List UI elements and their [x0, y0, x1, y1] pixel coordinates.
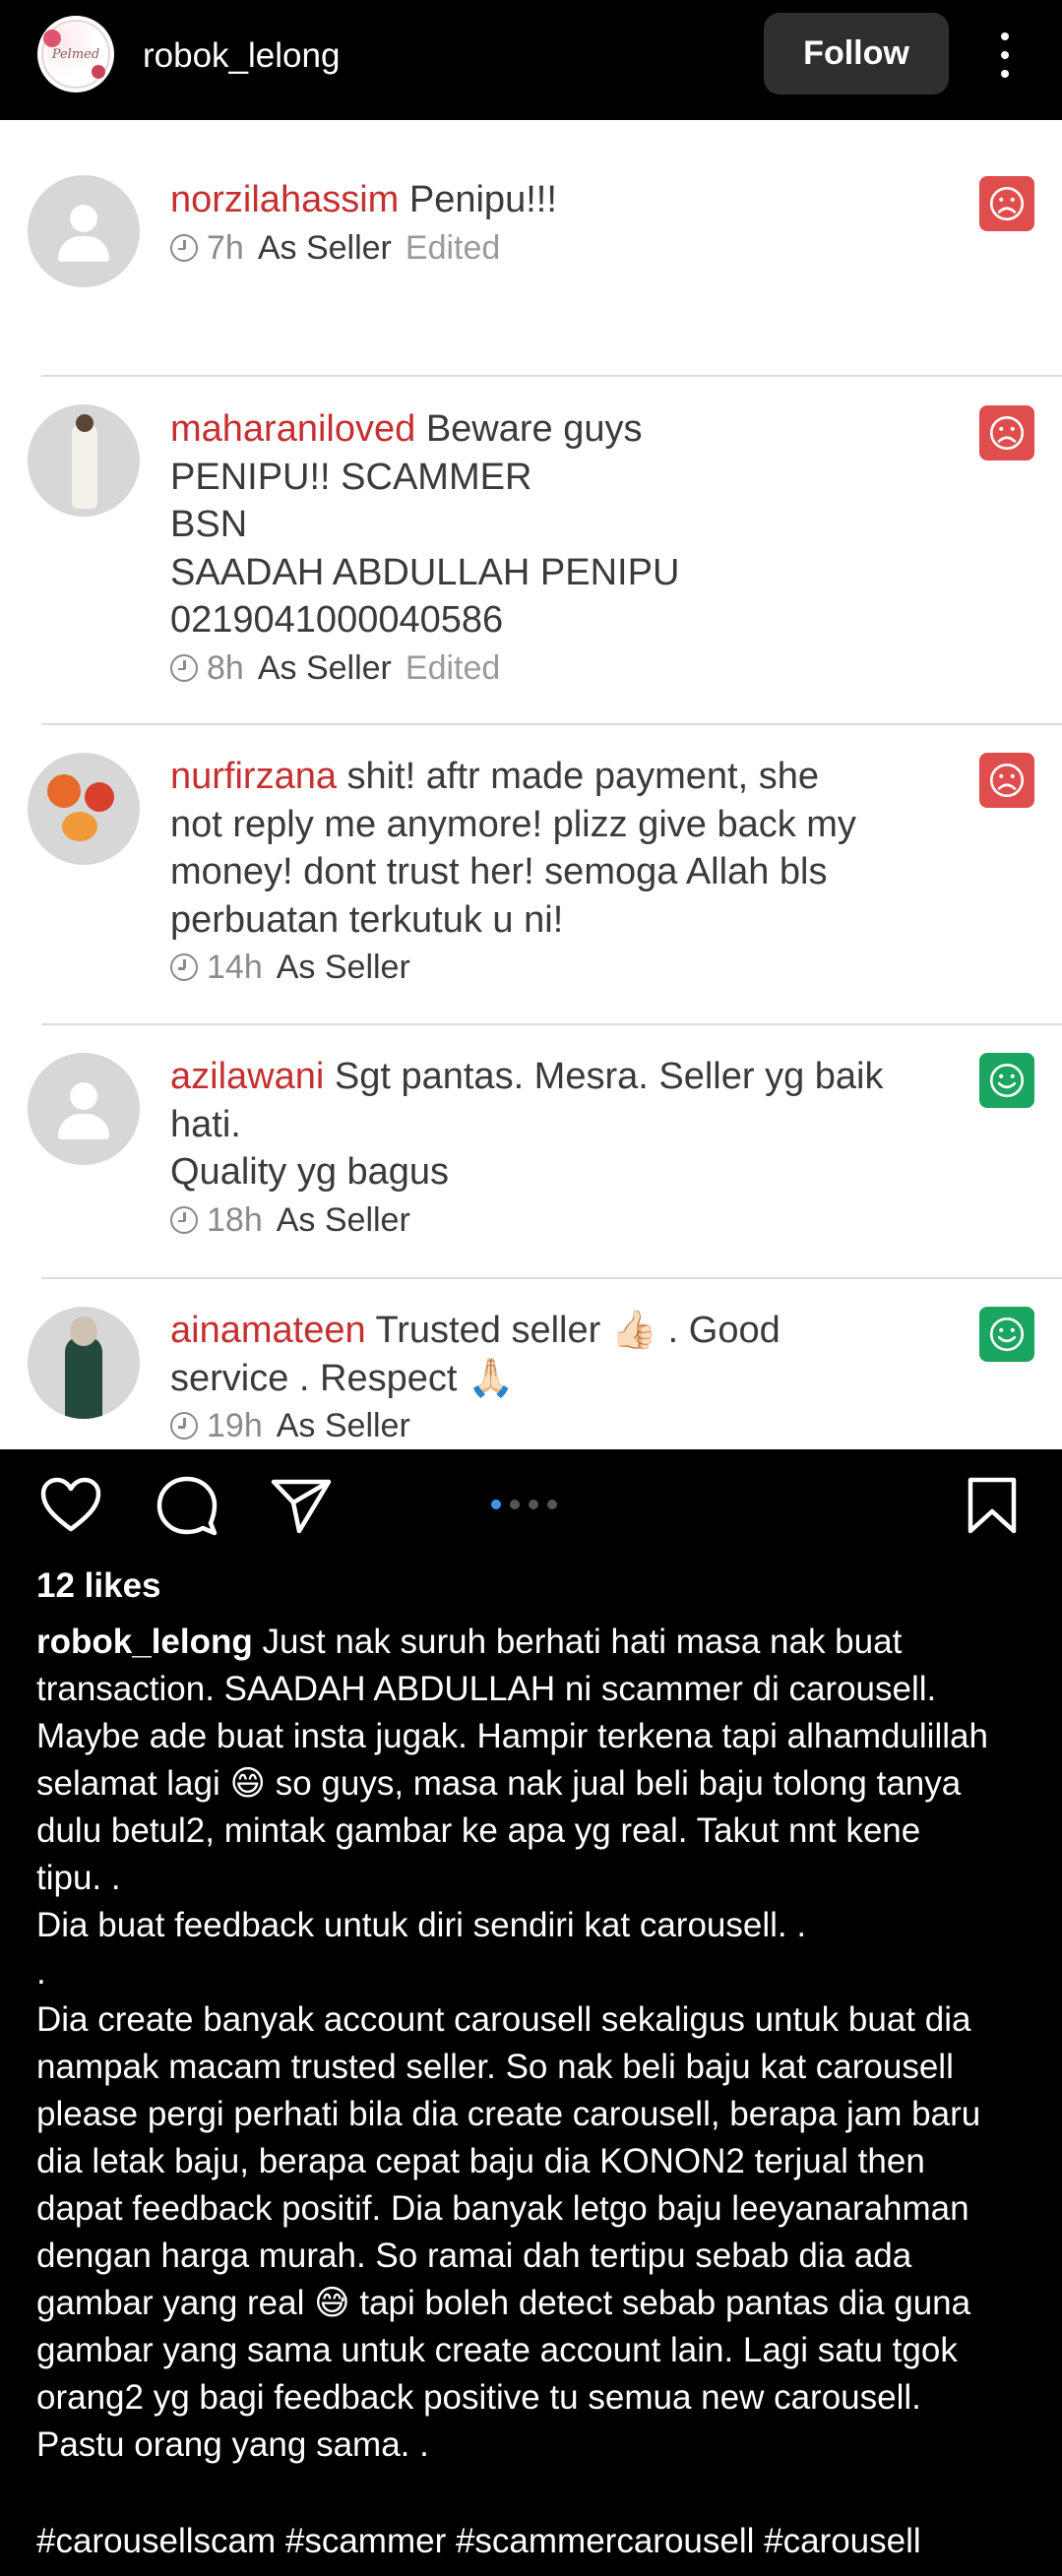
review-text: BSN [170, 504, 248, 545]
follow-button[interactable]: Follow [764, 13, 949, 94]
carousel-dot [547, 1500, 557, 1509]
caption-line: tipu. . [36, 1859, 121, 1897]
caption-line: Dia create banyak account carousell seka… [36, 2000, 971, 2039]
caption-line: dengan harga murah. So ramai dah tertipu… [36, 2237, 912, 2275]
user-photo-avatar [28, 1307, 140, 1419]
carousel-dot-active [491, 1500, 501, 1509]
review-text: shit! aftr made payment, she [346, 756, 819, 797]
post-caption: robok_lelong Just nak suruh berhati hati… [36, 1619, 1040, 2469]
review-text: hati. [170, 1103, 241, 1145]
review-role: As Seller [276, 1200, 410, 1239]
review-time: 8h [207, 648, 244, 687]
review-text: SAADAH ABDULLAH PENIPU [170, 551, 680, 593]
caption-line: gambar yang sama untuk create account la… [36, 2331, 958, 2369]
default-avatar-icon [28, 175, 140, 287]
profile-avatar[interactable]: Pelmed [37, 16, 114, 92]
review-edited: Edited [405, 228, 501, 267]
review-username: maharaniloved [170, 408, 416, 450]
review-text: 0219041000040586 [170, 599, 504, 641]
caption-line: dulu betul2, mintak gambar ke apa yg rea… [36, 1811, 921, 1850]
review-text: service . Respect 🙏🏻 [170, 1357, 515, 1399]
review-text: PENIPU!! SCAMMER [170, 456, 532, 498]
review-role: As Seller [276, 949, 410, 986]
caption-line: . [36, 1953, 46, 1992]
comment-icon[interactable] [156, 1474, 219, 1537]
bookmark-icon[interactable] [965, 1476, 1020, 1535]
sad-face-icon [979, 405, 1034, 460]
clock-icon [170, 1205, 198, 1234]
caption-line: nampak macam trusted seller. So nak beli… [36, 2048, 954, 2086]
review-username: azilawani [170, 1056, 325, 1097]
divider [41, 1023, 1062, 1025]
review-text: Trusted seller 👍🏻 . Good [375, 1310, 781, 1351]
post-header: Pelmed robok_lelong Follow [0, 0, 1062, 120]
review-text: not reply me anymore! plizz give back my [170, 803, 856, 845]
review-username: ainamateen [170, 1310, 366, 1351]
review-username: norzilahassim [170, 179, 400, 220]
caption-hashtags[interactable]: #carousellscam #scammer #scammercarousel… [36, 2518, 921, 2565]
caption-line: Maybe ade buat insta jugak. Hampir terke… [36, 1717, 988, 1755]
review-text: money! dont trust her! semoga Allah bls [170, 851, 828, 892]
happy-face-icon [979, 1307, 1034, 1362]
happy-face-icon [979, 1053, 1034, 1108]
caption-author[interactable]: robok_lelong [36, 1623, 253, 1661]
review-edited: Edited [405, 648, 501, 687]
caption-line: Pastu orang yang sama. . [36, 2425, 429, 2464]
review-role: As Seller [257, 228, 392, 267]
profile-username[interactable]: robok_lelong [143, 36, 340, 76]
clock-icon [170, 953, 198, 981]
review-username: nurfirzana [170, 756, 337, 797]
divider [41, 375, 1062, 377]
review-text: perbuatan terkutuk u ni! [170, 898, 564, 941]
caption-line: gambar yang real 😅 tapi boleh detect seb… [36, 2284, 971, 2322]
sad-face-icon [979, 176, 1034, 231]
caption-line: selamat lagi 😄 so guys, masa nak jual be… [36, 1764, 962, 1803]
caption-line: please pergi perhati bila dia create car… [36, 2095, 981, 2133]
review-text: Beware guys [425, 408, 643, 450]
carousel-dot [510, 1500, 520, 1509]
caption-line: orang2 yg bagi feedback positive tu semu… [36, 2378, 921, 2417]
review-text: Penipu!!! [408, 179, 557, 220]
review-role: As Seller [276, 1407, 410, 1444]
heart-icon[interactable] [39, 1476, 102, 1535]
divider [41, 1277, 1062, 1279]
caption-line: Dia buat feedback untuk diri sendiri kat… [36, 1906, 807, 1944]
clock-icon [170, 653, 198, 682]
caption-line: Just nak suruh berhati hati masa nak bua… [252, 1623, 903, 1661]
review-text: Quality yg bagus [170, 1151, 450, 1193]
carousel-dot [529, 1500, 538, 1509]
divider [41, 723, 1062, 725]
review-time: 14h [207, 949, 263, 986]
caption-line: dia letak baju, berapa cepat baju dia KO… [36, 2142, 925, 2180]
post-image[interactable]: norzilahassim Penipu!!! 7h As Seller Edi… [0, 120, 1062, 1449]
clock-icon [170, 1412, 198, 1440]
likes-count[interactable]: 12 likes [36, 1566, 161, 1606]
more-vertical-icon[interactable] [990, 26, 1020, 85]
user-photo-avatar [28, 404, 140, 517]
review-time: 7h [207, 228, 244, 267]
avatar-logo-text: Pelmed [51, 46, 100, 62]
caption-line: transaction. SAADAH ABDULLAH ni scammer … [36, 1670, 937, 1708]
send-icon[interactable] [270, 1476, 333, 1535]
review-time: 18h [207, 1200, 263, 1239]
carousel-indicator [491, 1500, 557, 1509]
review-text: Sgt pantas. Mesra. Seller yg baik [334, 1056, 884, 1097]
default-avatar-icon [28, 1053, 140, 1165]
review-role: As Seller [257, 648, 392, 687]
sad-face-icon [979, 753, 1034, 808]
clock-icon [170, 233, 198, 262]
review-time: 19h [207, 1407, 263, 1444]
user-photo-avatar [28, 753, 140, 865]
caption-line: dapat feedback positif. Dia banyak letgo… [36, 2189, 969, 2228]
